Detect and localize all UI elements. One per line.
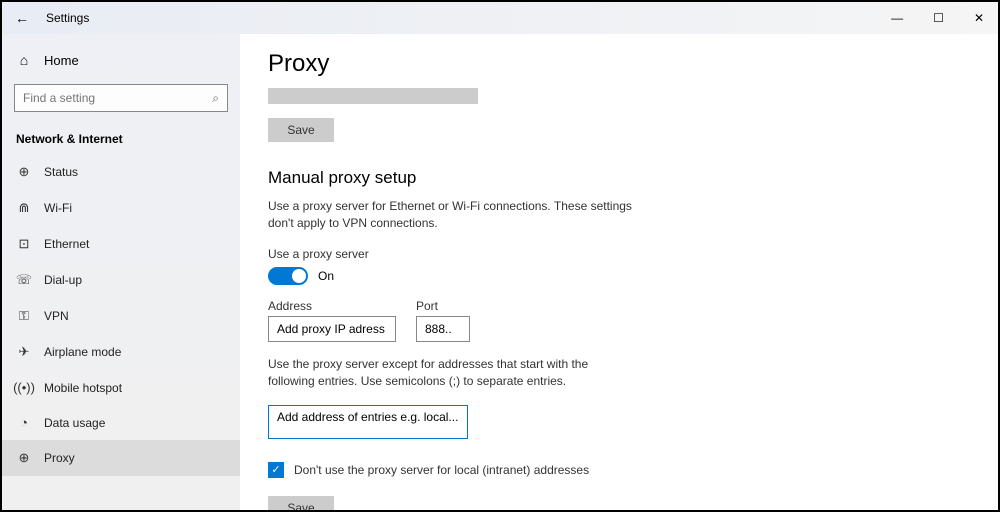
local-bypass-checkbox[interactable]: ✓ (268, 462, 284, 478)
sidebar-item-dialup[interactable]: ☏Dial-up (2, 262, 240, 298)
sidebar-item-airplane[interactable]: ✈Airplane mode (2, 334, 240, 370)
wifi-icon: ⋒ (16, 200, 32, 216)
sidebar-item-hotspot[interactable]: ((•))Mobile hotspot (2, 370, 240, 405)
use-proxy-label: Use a proxy server (268, 247, 970, 261)
minimize-button[interactable]: — (885, 9, 909, 27)
address-input[interactable] (268, 316, 396, 342)
settings-window: ← Settings — ☐ ✕ ⌂ Home ⌕ Network & Inte… (0, 0, 1000, 512)
nav-list: ⊕Status ⋒Wi-Fi ⊡Ethernet ☏Dial-up ⚿VPN ✈… (2, 154, 240, 476)
script-field[interactable] (268, 88, 478, 104)
port-input[interactable] (416, 316, 470, 342)
sidebar: ⌂ Home ⌕ Network & Internet ⊕Status ⋒Wi-… (2, 34, 240, 510)
ethernet-icon: ⊡ (16, 236, 32, 252)
app-title: Settings (46, 11, 89, 25)
content-pane: Proxy Save Manual proxy setup Use a prox… (240, 34, 998, 510)
sidebar-item-proxy[interactable]: ⊕Proxy (2, 440, 240, 476)
sidebar-item-vpn[interactable]: ⚿VPN (2, 298, 240, 334)
back-button[interactable]: ← (10, 6, 34, 30)
hotspot-icon: ((•)) (16, 380, 32, 395)
titlebar: ← Settings — ☐ ✕ (2, 2, 998, 34)
local-bypass-label: Don't use the proxy server for local (in… (294, 463, 589, 477)
sidebar-item-wifi[interactable]: ⋒Wi-Fi (2, 190, 240, 226)
nav-category: Network & Internet (2, 122, 240, 154)
sidebar-item-datausage[interactable]: ◔Data usage (2, 405, 240, 440)
search-input[interactable] (23, 91, 212, 105)
home-label: Home (44, 53, 79, 68)
toggle-knob (292, 269, 306, 283)
home-icon: ⌂ (16, 52, 32, 68)
datausage-icon: ◔ (16, 415, 32, 430)
save-button-top[interactable]: Save (268, 118, 334, 142)
airplane-icon: ✈ (16, 344, 32, 360)
exceptions-desc: Use the proxy server except for addresse… (268, 356, 638, 391)
close-button[interactable]: ✕ (968, 9, 990, 27)
section-heading: Manual proxy setup (268, 168, 970, 188)
vpn-icon: ⚿ (16, 308, 32, 324)
use-proxy-toggle[interactable] (268, 267, 308, 285)
save-button-bottom[interactable]: Save (268, 496, 334, 510)
address-label: Address (268, 299, 396, 313)
status-icon: ⊕ (16, 164, 32, 180)
page-title: Proxy (268, 50, 970, 78)
toggle-state: On (318, 269, 334, 283)
sidebar-item-status[interactable]: ⊕Status (2, 154, 240, 190)
window-controls: — ☐ ✕ (885, 9, 990, 27)
exceptions-input[interactable] (268, 405, 468, 439)
search-icon: ⌕ (212, 91, 219, 106)
search-box[interactable]: ⌕ (14, 84, 228, 112)
section-desc: Use a proxy server for Ethernet or Wi-Fi… (268, 198, 638, 233)
proxy-icon: ⊕ (16, 450, 32, 466)
sidebar-item-ethernet[interactable]: ⊡Ethernet (2, 226, 240, 262)
dialup-icon: ☏ (16, 272, 32, 288)
maximize-button[interactable]: ☐ (927, 9, 950, 27)
home-nav[interactable]: ⌂ Home (2, 46, 240, 74)
port-label: Port (416, 299, 470, 313)
